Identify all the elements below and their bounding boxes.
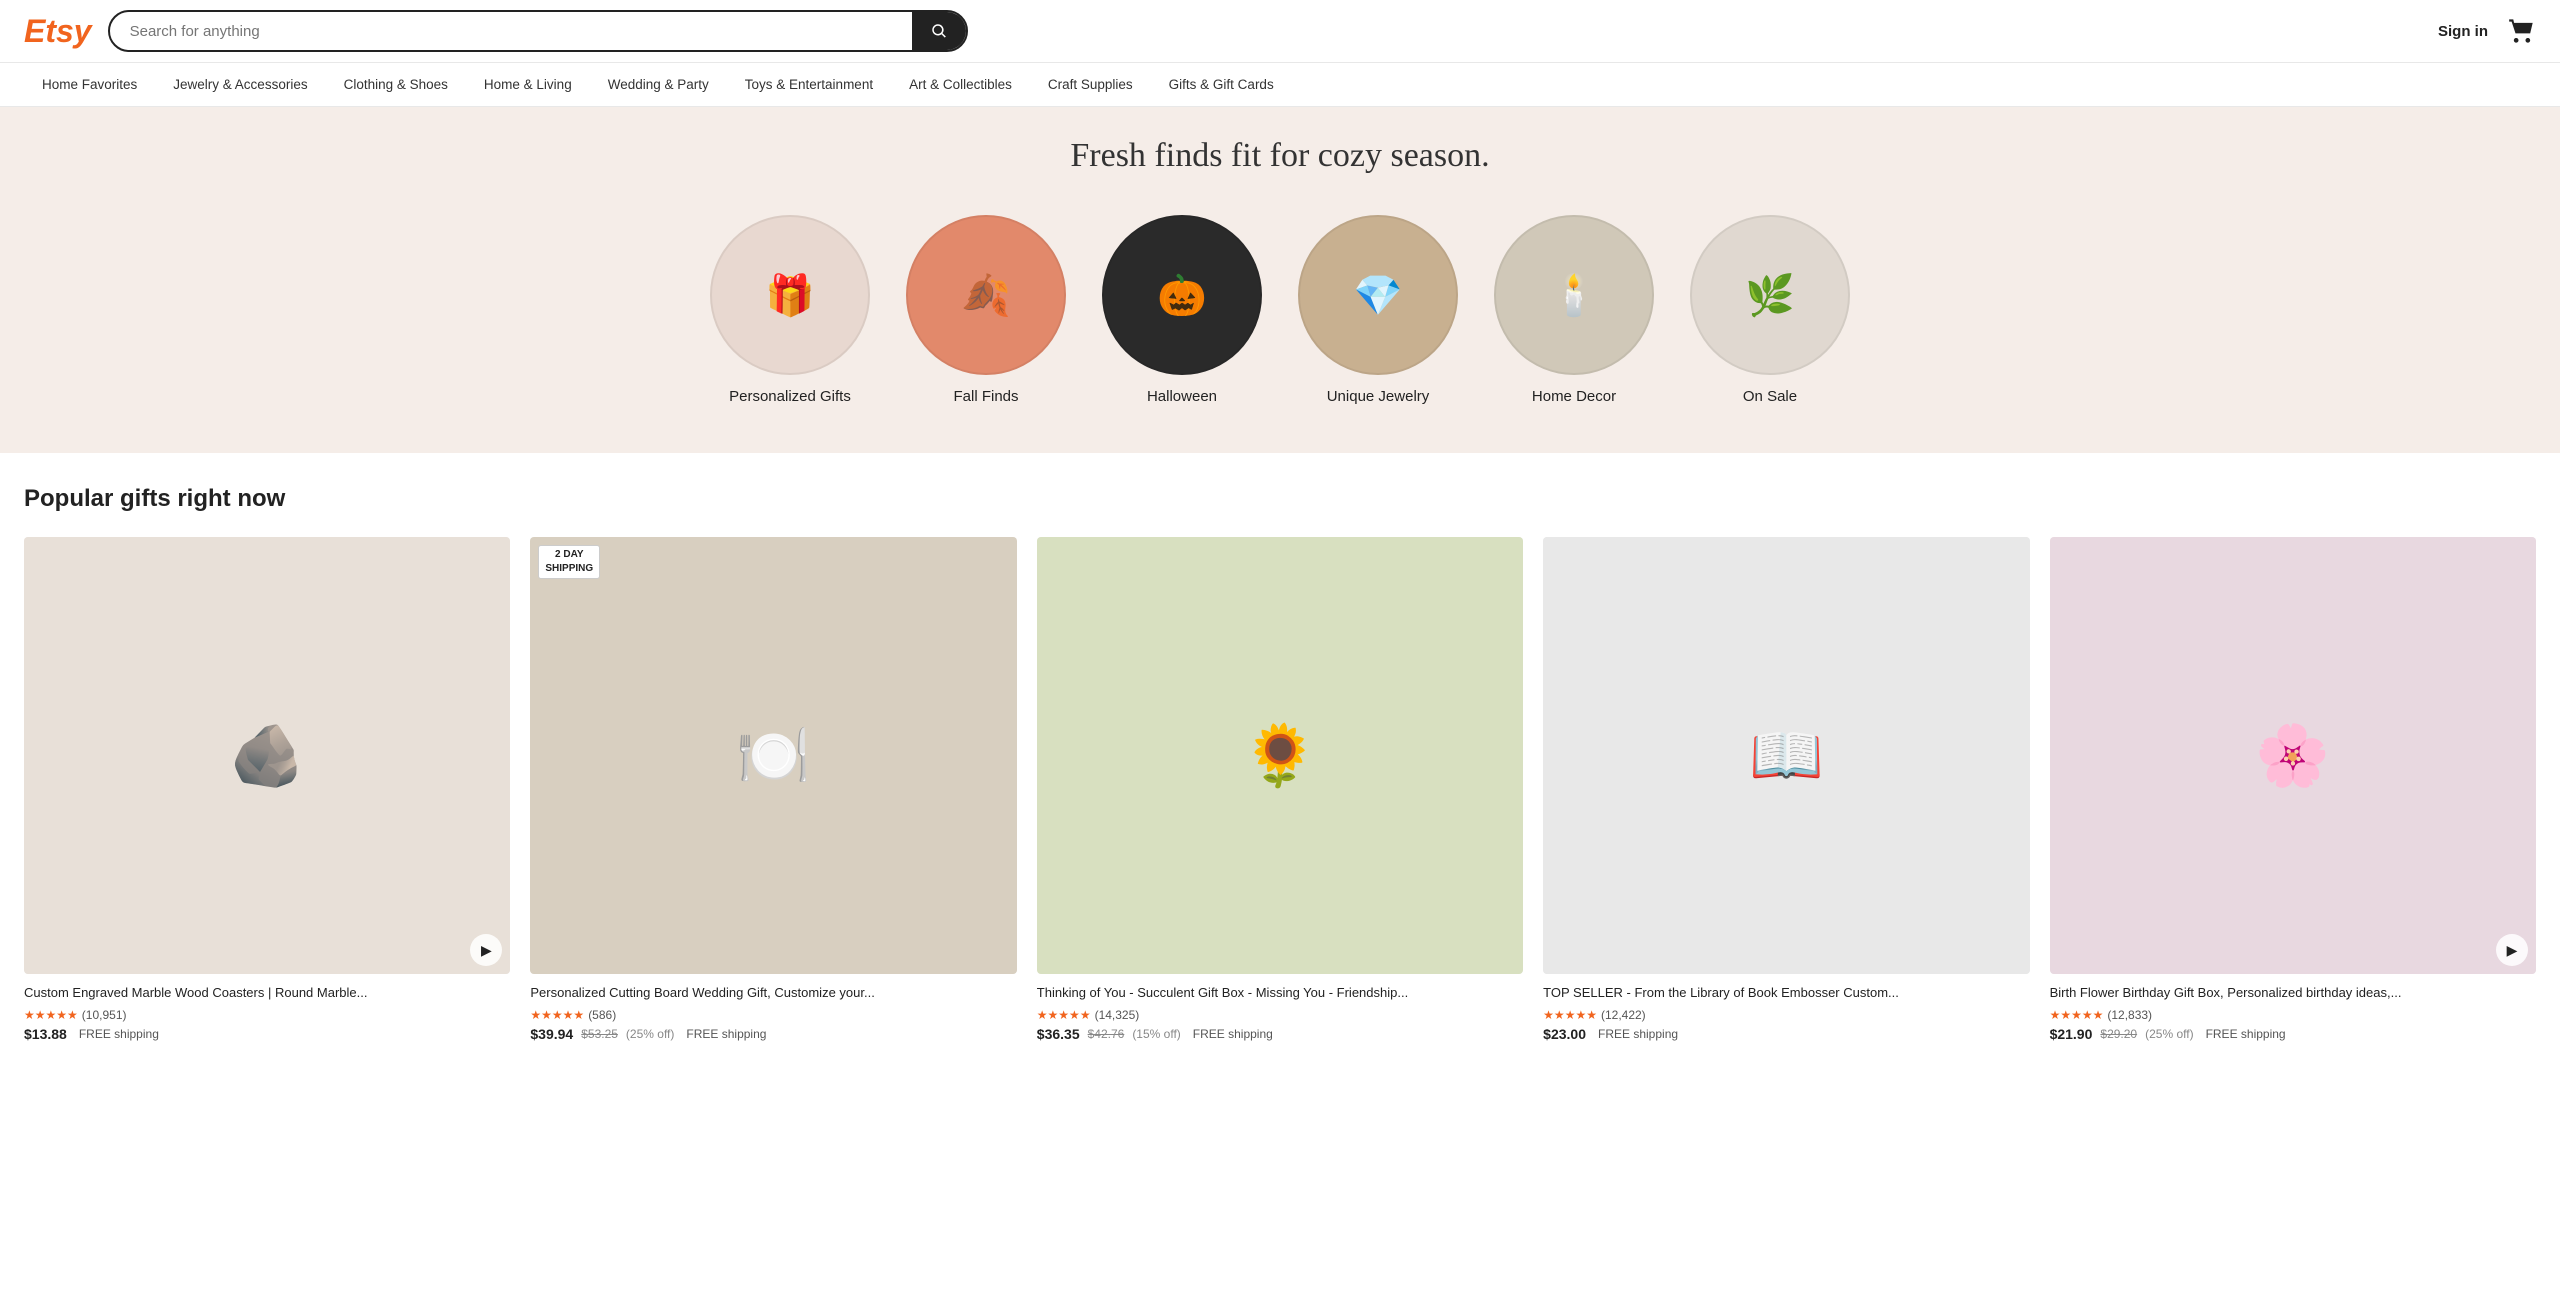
category-label: Unique Jewelry bbox=[1327, 387, 1430, 407]
two-day-shipping-badge: 2 DAYSHIPPING bbox=[538, 545, 600, 579]
price-main: $39.94 bbox=[530, 1026, 573, 1042]
product-image: 🪨 bbox=[24, 537, 510, 975]
star-rating: ★★★★★ bbox=[1037, 1008, 1091, 1022]
price-discount: (15% off) bbox=[1132, 1027, 1180, 1041]
price-discount: (25% off) bbox=[626, 1027, 674, 1041]
price-main: $13.88 bbox=[24, 1026, 67, 1042]
price-original: $53.25 bbox=[581, 1027, 618, 1041]
price-row: $36.35 $42.76 (15% off) FREE shipping bbox=[1037, 1026, 1523, 1042]
star-rating: ★★★★★ bbox=[24, 1008, 78, 1022]
free-shipping-badge: FREE shipping bbox=[2206, 1027, 2286, 1041]
category-item-on-sale[interactable]: 🌿On Sale bbox=[1690, 215, 1850, 407]
free-shipping-badge: FREE shipping bbox=[1598, 1027, 1678, 1041]
star-rating: ★★★★★ bbox=[530, 1008, 584, 1022]
nav-item-home--living[interactable]: Home & Living bbox=[466, 63, 590, 106]
product-image: 🌸 bbox=[2050, 537, 2536, 975]
price-row: $21.90 $29.20 (25% off) FREE shipping bbox=[2050, 1026, 2536, 1042]
product-card[interactable]: 📖 TOP SELLER - From the Library of Book E… bbox=[1543, 537, 2029, 1043]
etsy-logo[interactable]: Etsy bbox=[24, 13, 92, 50]
category-label: Fall Finds bbox=[953, 387, 1018, 407]
price-discount: (25% off) bbox=[2145, 1027, 2193, 1041]
search-input[interactable] bbox=[110, 13, 912, 50]
header: Etsy Sign in bbox=[0, 0, 2560, 63]
product-title: Personalized Cutting Board Wedding Gift,… bbox=[530, 984, 1016, 1002]
category-label: Halloween bbox=[1147, 387, 1217, 407]
product-card[interactable]: 🍽️2 DAYSHIPPING Personalized Cutting Boar… bbox=[530, 537, 1016, 1043]
review-count: (10,951) bbox=[82, 1008, 127, 1022]
hero-title: Fresh finds fit for cozy season. bbox=[24, 137, 2536, 175]
price-row: $39.94 $53.25 (25% off) FREE shipping bbox=[530, 1026, 1016, 1042]
rating-row: ★★★★★ (14,325) bbox=[1037, 1008, 1523, 1022]
play-button[interactable]: ▶ bbox=[2496, 934, 2528, 966]
category-label: On Sale bbox=[1743, 387, 1797, 407]
free-shipping-badge: FREE shipping bbox=[79, 1027, 159, 1041]
category-label: Home Decor bbox=[1532, 387, 1616, 407]
product-title: TOP SELLER - From the Library of Book Em… bbox=[1543, 984, 2029, 1002]
categories-row: 🎁Personalized Gifts🍂Fall Finds🎃Halloween… bbox=[24, 205, 2536, 443]
header-actions: Sign in bbox=[2438, 17, 2536, 45]
price-main: $21.90 bbox=[2050, 1026, 2093, 1042]
category-label: Personalized Gifts bbox=[729, 387, 851, 407]
main-nav: Home FavoritesJewelry & AccessoriesCloth… bbox=[0, 63, 2560, 107]
sign-in-link[interactable]: Sign in bbox=[2438, 23, 2488, 40]
price-original: $42.76 bbox=[1088, 1027, 1125, 1041]
popular-gifts-section: Popular gifts right now 🪨 ▶ Custom Engrave… bbox=[0, 453, 2560, 1075]
search-button[interactable] bbox=[912, 12, 966, 50]
star-rating: ★★★★★ bbox=[1543, 1008, 1597, 1022]
nav-item-toys--entertainment[interactable]: Toys & Entertainment bbox=[727, 63, 891, 106]
category-item-halloween[interactable]: 🎃Halloween bbox=[1102, 215, 1262, 407]
nav-item-gifts--gift-cards[interactable]: Gifts & Gift Cards bbox=[1151, 63, 1292, 106]
products-grid: 🪨 ▶ Custom Engraved Marble Wood Coasters |… bbox=[24, 537, 2536, 1043]
nav-item-wedding--party[interactable]: Wedding & Party bbox=[590, 63, 727, 106]
nav-item-clothing--shoes[interactable]: Clothing & Shoes bbox=[326, 63, 466, 106]
nav-item-jewelry--accessories[interactable]: Jewelry & Accessories bbox=[155, 63, 325, 106]
category-item-fall-finds[interactable]: 🍂Fall Finds bbox=[906, 215, 1066, 407]
product-image: 📖 bbox=[1543, 537, 2029, 975]
product-card[interactable]: 🪨▶Custom Engraved Marble Wood Coasters |… bbox=[24, 537, 510, 1043]
review-count: (14,325) bbox=[1095, 1008, 1140, 1022]
nav-item-home-favorites[interactable]: Home Favorites bbox=[24, 63, 155, 106]
star-rating: ★★★★★ bbox=[2050, 1008, 2104, 1022]
product-image: 🍽️ bbox=[530, 537, 1016, 975]
category-item-unique-jewelry[interactable]: 💎Unique Jewelry bbox=[1298, 215, 1458, 407]
review-count: (586) bbox=[588, 1008, 616, 1022]
hero-banner: Fresh finds fit for cozy season. 🎁Person… bbox=[0, 107, 2560, 453]
price-original: $29.20 bbox=[2100, 1027, 2137, 1041]
nav-item-art--collectibles[interactable]: Art & Collectibles bbox=[891, 63, 1030, 106]
product-card[interactable]: 🌻 Thinking of You - Succulent Gift Box - … bbox=[1037, 537, 1523, 1043]
review-count: (12,422) bbox=[1601, 1008, 1646, 1022]
popular-section-title: Popular gifts right now bbox=[24, 485, 2536, 513]
category-item-personalized-gifts[interactable]: 🎁Personalized Gifts bbox=[710, 215, 870, 407]
price-row: $23.00 FREE shipping bbox=[1543, 1026, 2029, 1042]
price-main: $23.00 bbox=[1543, 1026, 1586, 1042]
category-item-home-decor[interactable]: 🕯️Home Decor bbox=[1494, 215, 1654, 407]
rating-row: ★★★★★ (12,422) bbox=[1543, 1008, 2029, 1022]
product-title: Birth Flower Birthday Gift Box, Personal… bbox=[2050, 984, 2536, 1002]
nav-item-craft-supplies[interactable]: Craft Supplies bbox=[1030, 63, 1151, 106]
price-row: $13.88 FREE shipping bbox=[24, 1026, 510, 1042]
product-image: 🌻 bbox=[1037, 537, 1523, 975]
free-shipping-badge: FREE shipping bbox=[1193, 1027, 1273, 1041]
rating-row: ★★★★★ (586) bbox=[530, 1008, 1016, 1022]
cart-button[interactable] bbox=[2508, 17, 2536, 45]
review-count: (12,833) bbox=[2107, 1008, 2152, 1022]
product-title: Custom Engraved Marble Wood Coasters | R… bbox=[24, 984, 510, 1002]
rating-row: ★★★★★ (10,951) bbox=[24, 1008, 510, 1022]
product-card[interactable]: 🌸▶ Birth Flower Birthday Gift Box, Person… bbox=[2050, 537, 2536, 1043]
product-title: Thinking of You - Succulent Gift Box - M… bbox=[1037, 984, 1523, 1002]
price-main: $36.35 bbox=[1037, 1026, 1080, 1042]
free-shipping-badge: FREE shipping bbox=[686, 1027, 766, 1041]
rating-row: ★★★★★(12,833) bbox=[2050, 1008, 2536, 1022]
search-bar bbox=[108, 10, 968, 52]
